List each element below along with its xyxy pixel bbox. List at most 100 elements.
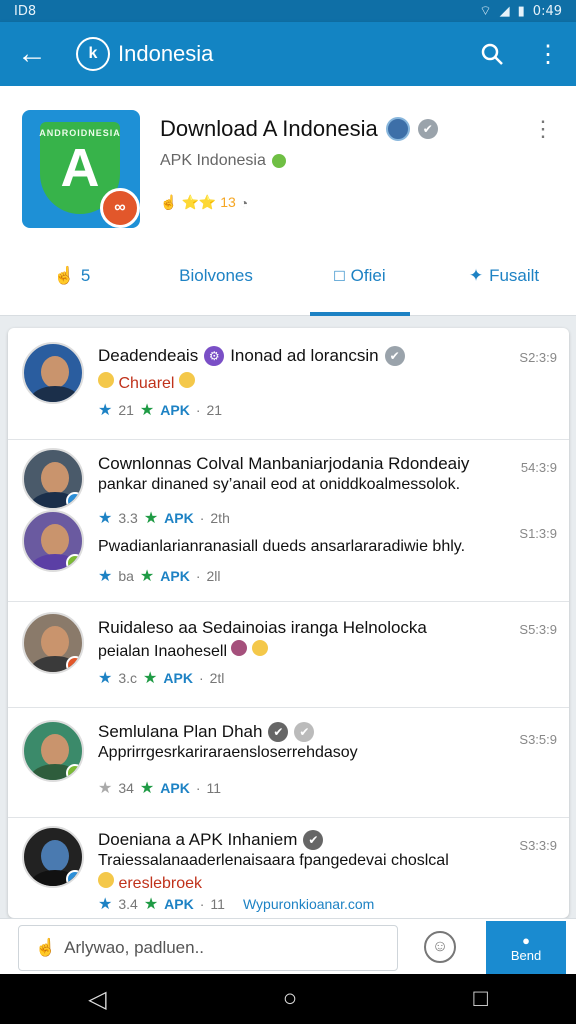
emoji-icon bbox=[178, 372, 195, 388]
emoji-icon bbox=[251, 640, 268, 656]
post-text-secondary: ereslebroek bbox=[98, 872, 202, 893]
post-meta: ★ 34 ★ APK · 11 bbox=[98, 780, 222, 797]
app-subtitle: APK Indonesia bbox=[160, 152, 266, 169]
star-icon: ★ bbox=[143, 670, 158, 687]
post-time: S5:3:9 bbox=[519, 622, 557, 637]
app-subtitle-row: APK Indonesia bbox=[160, 152, 286, 170]
tab-label: Fusailt bbox=[489, 266, 540, 285]
clock: 0:49 bbox=[532, 3, 562, 19]
badge-icon: ⚙ bbox=[204, 346, 225, 366]
more-vert-icon[interactable]: ⋮ bbox=[532, 116, 554, 142]
post-time: 54:3:9 bbox=[520, 460, 557, 475]
back-nav-icon[interactable]: ◁ bbox=[88, 985, 106, 1014]
system-nav-bar: ◁ ○ □ bbox=[0, 974, 576, 1024]
input-placeholder: Arlywao, padluen.. bbox=[64, 938, 205, 957]
app-rating-row: ☝ ⭐⭐ 13 ◔ bbox=[160, 194, 248, 211]
emoji-icon bbox=[98, 372, 114, 388]
comment-input[interactable]: ☝ Arlywao, padluen.. bbox=[18, 925, 398, 971]
wifi-icon: ⌔ bbox=[479, 4, 492, 19]
signal-icon: ◢ bbox=[499, 3, 510, 19]
tab-bar: ☝ 5 Biolvones □ Ofiei ✦ Fusailt bbox=[0, 236, 576, 316]
post-meta: ★ ba ★ APK · 2ll bbox=[98, 568, 221, 585]
avatar bbox=[22, 342, 84, 404]
avatar bbox=[22, 510, 84, 572]
list-item[interactable]: Ruidaleso aa Sedainoias iranga Helnolock… bbox=[8, 602, 569, 708]
home-nav-icon[interactable]: ○ bbox=[283, 985, 298, 1013]
badge-icon: ∞ bbox=[100, 188, 140, 228]
post-meta: ★ 3.c ★ APK · 2tl bbox=[98, 670, 225, 687]
tab-label: 5 bbox=[80, 266, 91, 285]
post-author: Doeniana a APK Inhaniem ✔ bbox=[98, 830, 324, 850]
tab-label: Biolvones bbox=[179, 266, 253, 285]
post-text: Apprirrgesrkariraraensloserrehdasoy bbox=[98, 744, 358, 761]
post-link[interactable]: Wypuronkioanar.com bbox=[243, 896, 374, 912]
star-icon: ★ bbox=[98, 402, 113, 419]
star-icon: ★ bbox=[143, 896, 159, 913]
app-title-row: Download A Indonesia ✔ bbox=[160, 116, 438, 142]
verified-icon: ✔ bbox=[294, 722, 315, 742]
post-text: Chuarel bbox=[98, 372, 195, 393]
app-bar: ← k Indonesia ⋮ bbox=[0, 22, 576, 86]
star-icon: ★ bbox=[139, 568, 155, 585]
post-time: S3:3:9 bbox=[519, 838, 557, 853]
tab-featured[interactable]: ✦ Fusailt bbox=[432, 236, 576, 316]
dot-separator: · bbox=[195, 402, 201, 418]
chat-icon: ● bbox=[522, 933, 530, 948]
star-icon: ★ bbox=[98, 510, 113, 527]
star-icon: ★ bbox=[139, 402, 155, 419]
avatar bbox=[22, 612, 84, 674]
list-item[interactable]: Cownlonnas Colval Manbaniarjodania Rdond… bbox=[8, 440, 569, 602]
send-label: Bend bbox=[510, 948, 542, 963]
app-rating: ⭐⭐ 13 bbox=[181, 194, 236, 210]
post-time: S1:3:9 bbox=[519, 526, 557, 541]
verified-icon: ✔ bbox=[417, 119, 438, 139]
arrow-left-icon[interactable]: ← bbox=[0, 22, 64, 86]
emoji-icon[interactable]: ☺ bbox=[424, 931, 456, 963]
status-left: ID8 bbox=[14, 3, 37, 19]
square-icon: □ bbox=[334, 266, 345, 285]
tab-other[interactable]: □ Ofiei bbox=[288, 236, 432, 316]
app-logo-icon: k bbox=[76, 37, 110, 71]
verified-icon: ✔ bbox=[268, 722, 289, 742]
thumbs-up-icon: ☝ bbox=[35, 938, 57, 957]
post-time: S2:3:9 bbox=[519, 350, 557, 365]
icon-banner: ANDROIDNESIA bbox=[39, 128, 121, 138]
star-icon: ★ bbox=[98, 568, 113, 585]
status-right-group: ⌔ ◢ ▮ 0:49 bbox=[479, 3, 562, 20]
clock-icon: ◔ bbox=[239, 194, 249, 211]
star-icon: ★ bbox=[98, 896, 113, 913]
icon-letter: A bbox=[60, 138, 100, 198]
list-item[interactable]: Doeniana a APK Inhaniem ✔ Traiessalanaad… bbox=[8, 818, 569, 918]
composer: ☝ Arlywao, padluen.. ☺ ● Bend bbox=[0, 918, 576, 975]
tab-reviews[interactable]: Biolvones bbox=[144, 236, 288, 316]
emoji-icon bbox=[231, 640, 248, 656]
star-icon: ★ bbox=[98, 670, 113, 687]
post-meta: ★ 21 ★ APK · 21 bbox=[98, 402, 223, 419]
list-item[interactable]: Deadendeais ⚙ Inonad ad lorancsin ✔ Chua… bbox=[8, 328, 569, 440]
send-button[interactable]: ● Bend bbox=[486, 921, 566, 975]
search-icon[interactable] bbox=[464, 22, 520, 86]
thumbs-up-icon: ☝ bbox=[53, 266, 75, 285]
verified-icon: ✔ bbox=[303, 830, 324, 850]
more-vert-icon[interactable]: ⋮ bbox=[520, 22, 576, 86]
post-text: pankar dinaned sy’anail eod at oniddkoal… bbox=[98, 476, 461, 493]
post-author: Ruidaleso aa Sedainoias iranga Helnolock… bbox=[98, 618, 427, 637]
recents-nav-icon[interactable]: □ bbox=[473, 985, 488, 1013]
avatar bbox=[22, 826, 84, 888]
post-meta: ★ 3.3 ★ APK · 2th bbox=[98, 510, 230, 527]
post-text: Pwadianlarianranasiall dueds ansarlarara… bbox=[98, 538, 466, 555]
tab-label: Ofiei bbox=[350, 266, 386, 285]
app-icon: ANDROIDNESIA A ∞ bbox=[22, 110, 140, 228]
post-text: Traiessalanaaderlenaisaara fpangedevai c… bbox=[98, 852, 449, 869]
post-time: S3:5:9 bbox=[519, 732, 557, 747]
battery-icon: ▮ bbox=[517, 3, 525, 19]
post-author: Semlulana Plan Dhah ✔ ✔ bbox=[98, 722, 315, 742]
list-item[interactable]: Semlulana Plan Dhah ✔ ✔ Apprirrgesrkarir… bbox=[8, 708, 569, 818]
post-text: peialan Inaohesell bbox=[98, 640, 268, 661]
tab-likes[interactable]: ☝ 5 bbox=[0, 236, 144, 316]
verified-icon: ✔ bbox=[384, 346, 405, 366]
status-bar: ID8 ⌔ ◢ ▮ 0:49 bbox=[0, 0, 576, 22]
status-dot-icon bbox=[271, 154, 286, 168]
app-title: Download A Indonesia bbox=[160, 116, 378, 141]
star-icon: ★ bbox=[139, 780, 155, 797]
